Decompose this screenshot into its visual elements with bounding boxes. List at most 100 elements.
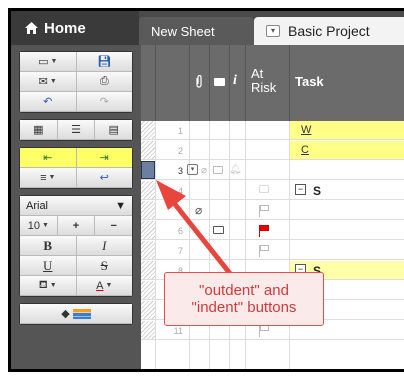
chevron-down-icon: ▼	[49, 282, 57, 289]
flag-icon[interactable]	[259, 245, 271, 257]
left-toolbar: ▭ ▼ 💾︎ ✉ ▼ ⎙ ↶ ↷ ▦ ☰ ▤ ⇤ ⇥ ≡ ▼ ↩ Arial ▼…	[11, 45, 141, 369]
attachment-icon[interactable]: ⌀	[195, 203, 202, 217]
format-painter-group: ◆	[19, 303, 133, 325]
italic-label: I	[102, 237, 107, 253]
underline-label: U	[43, 257, 53, 273]
paint-bucket-icon: ⛾	[38, 278, 48, 291]
view-group: ▦ ☰ ▤	[19, 119, 133, 141]
row-menu-icon[interactable]: ▾	[187, 164, 198, 175]
redo-icon: ↷	[99, 96, 109, 108]
outdent-icon: ⇤	[43, 152, 53, 164]
comment-header-icon	[214, 78, 225, 86]
flag-icon[interactable]	[259, 225, 271, 237]
format-bars-icon	[72, 308, 91, 319]
table-row[interactable]: 1 W	[141, 121, 404, 140]
table-row[interactable]: 7	[141, 241, 404, 260]
row-number: 1	[177, 126, 183, 136]
font-size-select[interactable]: 10 ▼	[20, 216, 58, 236]
gantt-icon: ☰	[71, 124, 81, 136]
home-icon	[25, 22, 38, 34]
strikethrough-button[interactable]: S	[76, 256, 132, 276]
wrap-text-button[interactable]: ↩	[76, 168, 132, 188]
chevron-down-icon: ▼	[41, 222, 49, 229]
table-row[interactable]: 5 ⌀	[141, 201, 404, 220]
tab-home[interactable]: Home	[11, 11, 139, 45]
row-number: 7	[177, 246, 183, 256]
font-family-select[interactable]: Arial ▼	[20, 196, 132, 216]
row-number: 6	[177, 226, 183, 236]
chevron-down-icon: ▼	[50, 58, 58, 65]
row-number: 2	[177, 146, 183, 156]
task-header[interactable]: Task	[295, 75, 324, 89]
tab-bar: Home New Sheet ▾ Basic Project	[11, 11, 404, 45]
conditional-format-icon: ◆	[61, 308, 70, 320]
calendar-view-button[interactable]: ▤	[95, 120, 133, 140]
row-number: 11	[173, 326, 183, 336]
wrap-text-icon: ↩	[99, 172, 109, 184]
email-button[interactable]: ✉ ▼	[20, 72, 77, 92]
tab-new-sheet-label: New Sheet	[151, 23, 215, 39]
save-icon: 💾︎	[97, 56, 112, 68]
bold-button[interactable]: B	[20, 236, 77, 256]
minus-icon: −	[110, 219, 117, 232]
table-row[interactable]: 3 ▾ ⌀ 🔔︎	[141, 161, 404, 180]
task-link[interactable]: W	[301, 124, 311, 136]
tab-basic-project[interactable]: ▾ Basic Project	[254, 17, 404, 45]
grid-view-button[interactable]: ▦	[20, 120, 58, 140]
row-number: 5	[177, 206, 183, 216]
printer-icon: ⎙	[99, 75, 109, 87]
align-button[interactable]: ≡ ▼	[20, 168, 77, 188]
comment-icon[interactable]	[213, 166, 223, 174]
text-color-button[interactable]: A ▼	[76, 276, 132, 296]
align-left-icon: ≡	[40, 171, 47, 184]
chevron-down-icon: ▼	[105, 282, 113, 289]
decrease-font-button[interactable]: −	[95, 216, 133, 236]
underline-button[interactable]: U	[20, 256, 77, 276]
tab-home-label: Home	[44, 19, 86, 37]
bell-icon[interactable]: 🔔︎	[229, 164, 242, 175]
file-group: ▭ ▼ 💾︎ ✉ ▼ ⎙ ↶ ↷	[19, 51, 133, 113]
format-group: Arial ▼ 10 ▼ + − B I U S ⛾ ▼ A ▼	[19, 195, 133, 297]
fill-color-button[interactable]: ⛾ ▼	[20, 276, 77, 296]
gantt-view-button[interactable]: ☰	[57, 120, 96, 140]
row-number: 4	[177, 186, 183, 196]
at-risk-header[interactable]: At Risk	[251, 67, 287, 95]
tab-dropdown-icon[interactable]: ▾	[266, 25, 280, 37]
italic-button[interactable]: I	[76, 236, 132, 256]
indent-group: ⇤ ⇥ ≡ ▼ ↩	[19, 147, 133, 189]
text-color-label: A	[96, 279, 104, 292]
bold-label: B	[43, 237, 53, 253]
table-row[interactable]: 6	[141, 221, 404, 240]
comment-icon[interactable]	[213, 226, 224, 234]
save-button[interactable]: 💾︎	[76, 52, 132, 72]
indent-button[interactable]: ⇥	[76, 148, 132, 168]
undo-button[interactable]: ↶	[20, 92, 77, 112]
increase-font-button[interactable]: +	[57, 216, 96, 236]
undo-icon: ↶	[43, 96, 53, 108]
grid-view-icon: ▦	[33, 124, 44, 136]
tab-new-sheet[interactable]: New Sheet	[139, 17, 254, 45]
strikethrough-label: S	[100, 257, 108, 273]
outdent-button[interactable]: ⇤	[20, 148, 77, 168]
document-icon: ▭	[38, 56, 49, 68]
flag-icon[interactable]	[259, 205, 271, 217]
row-number: 3	[177, 166, 183, 176]
format-painter-button[interactable]: ◆	[20, 304, 132, 324]
calendar-icon: ▤	[108, 124, 119, 136]
new-sheet-button[interactable]: ▭ ▼	[20, 52, 77, 72]
task-name[interactable]: S	[313, 184, 321, 198]
annotation-callout: "outdent" and "indent" buttons	[164, 272, 324, 326]
print-button[interactable]: ⎙	[76, 72, 132, 92]
redo-button[interactable]: ↷	[76, 92, 132, 112]
table-row[interactable]: 2 C	[141, 141, 404, 160]
tab-basic-project-label: Basic Project	[288, 23, 370, 39]
grid-header: i At Risk Task	[141, 45, 404, 121]
flag-icon[interactable]	[259, 325, 271, 337]
table-row[interactable]: 4 − S	[141, 181, 404, 200]
task-link[interactable]: C	[301, 144, 309, 156]
envelope-icon: ✉	[38, 76, 48, 88]
at-risk-checkbox[interactable]	[259, 185, 269, 193]
plus-icon: +	[72, 219, 80, 232]
collapse-icon[interactable]: −	[295, 184, 306, 195]
attachment-icon[interactable]: ⌀	[201, 165, 207, 176]
